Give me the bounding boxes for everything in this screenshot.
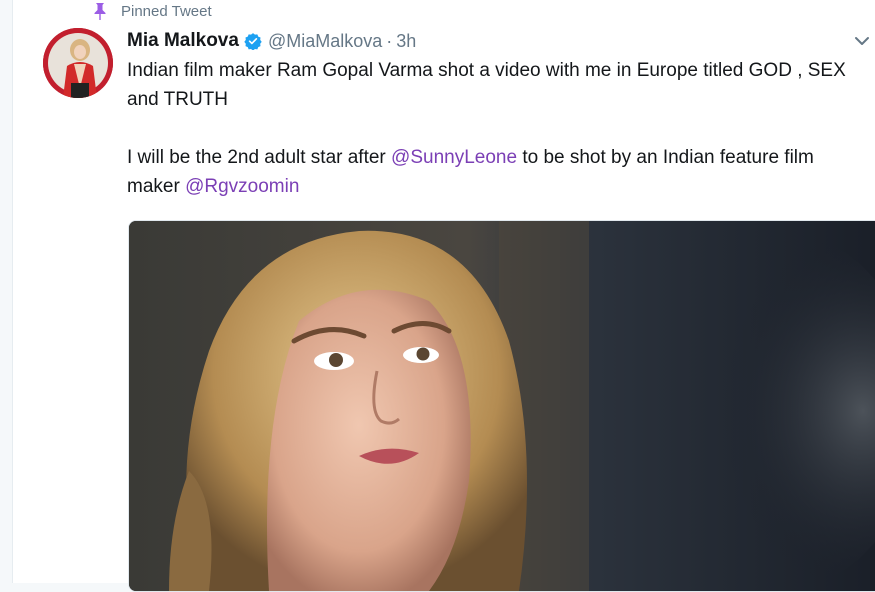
- timestamp[interactable]: 3h: [396, 31, 416, 52]
- pinned-indicator: Pinned Tweet: [93, 0, 212, 22]
- chevron-down-icon[interactable]: [851, 30, 873, 52]
- tweet-paragraph-1: Indian film maker Ram Gopal Varma shot a…: [127, 60, 846, 110]
- mention-link-sunnyleone[interactable]: @SunnyLeone: [391, 147, 517, 168]
- verified-badge-icon: [244, 33, 262, 50]
- mention-link-rgvzoomin[interactable]: @Rgvzoomin: [185, 176, 299, 197]
- tweet-card[interactable]: Pinned Tweet Mia Malkova @MiaMalkova · 3…: [12, 0, 875, 592]
- handle[interactable]: @MiaMalkova: [268, 31, 382, 52]
- tweet-media-image[interactable]: [128, 220, 875, 592]
- tweet-text: Indian film maker Ram Gopal Varma shot a…: [127, 56, 867, 201]
- avatar-image: [43, 28, 113, 98]
- pin-icon: [94, 3, 106, 20]
- separator-dot: ·: [386, 30, 393, 51]
- pinned-label: Pinned Tweet: [121, 2, 212, 20]
- avatar[interactable]: [43, 28, 113, 98]
- display-name[interactable]: Mia Malkova: [127, 30, 239, 52]
- media-photo: [129, 221, 875, 591]
- tweet-paragraph-2: I will be the 2nd adult star after @Sunn…: [127, 143, 867, 201]
- tweet-header: Mia Malkova @MiaMalkova · 3h: [127, 29, 416, 53]
- text-segment: I will be the 2nd adult star after: [127, 147, 392, 168]
